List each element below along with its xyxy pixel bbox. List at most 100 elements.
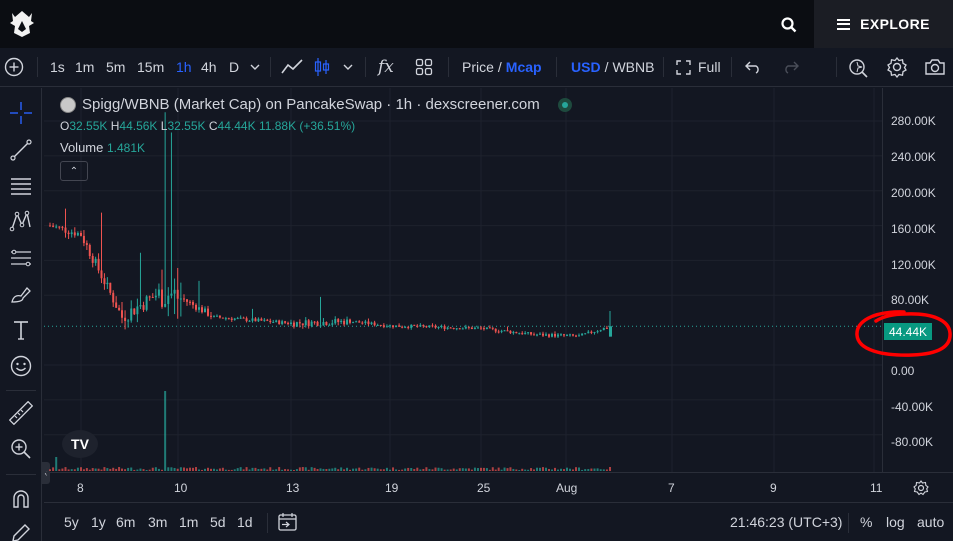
usd-label: USD xyxy=(571,59,601,75)
volume-bar xyxy=(304,467,307,471)
range-6m[interactable]: 6m xyxy=(116,514,135,530)
layouts-button[interactable] xyxy=(415,48,433,86)
goto-date-button[interactable] xyxy=(277,512,299,535)
dexscreener-logo-icon[interactable] xyxy=(8,9,36,39)
log-scale-toggle[interactable]: log xyxy=(886,514,905,530)
fib-tool[interactable] xyxy=(6,171,36,201)
market-status-dot[interactable] xyxy=(557,97,572,112)
interval-d[interactable]: D xyxy=(229,48,239,86)
candle-body xyxy=(189,301,191,303)
redo-button[interactable] xyxy=(782,48,800,86)
pattern-tool[interactable] xyxy=(6,206,36,236)
candle-body xyxy=(364,321,367,324)
zoom-in-tool[interactable] xyxy=(6,434,36,464)
volume-bar xyxy=(272,469,275,471)
trend-line-tool[interactable] xyxy=(6,135,36,165)
interval-4h[interactable]: 4h xyxy=(201,48,217,86)
volume-bar xyxy=(590,468,593,471)
price-scale[interactable]: 280.00K 240.00K 200.00K 160.00K 120.00K … xyxy=(882,88,953,472)
quick-search-button[interactable] xyxy=(848,48,870,86)
candle-body xyxy=(164,303,167,307)
brush-icon xyxy=(11,287,31,303)
currency-toggle[interactable]: USD / WBNB xyxy=(571,48,654,86)
candle-body xyxy=(115,302,118,308)
volume-bar xyxy=(491,467,494,471)
volume-bar xyxy=(581,469,584,471)
range-5y[interactable]: 5y xyxy=(64,514,79,530)
percent-scale-toggle[interactable]: % xyxy=(860,514,872,530)
auto-scale-toggle[interactable]: auto xyxy=(917,514,944,530)
lock-drawings-tool[interactable] xyxy=(6,518,36,541)
magnet-tool[interactable] xyxy=(6,484,36,514)
volume-bar xyxy=(404,468,407,471)
settings-button[interactable] xyxy=(886,48,908,86)
price-tick: 200.00K xyxy=(891,186,936,200)
interval-1s[interactable]: 1s xyxy=(50,48,65,86)
candle-body xyxy=(337,319,340,323)
volume-bar xyxy=(204,468,206,471)
brush-tool[interactable] xyxy=(6,279,36,309)
interval-15m[interactable]: 15m xyxy=(137,48,164,86)
volume-bar xyxy=(521,468,524,471)
candles-button[interactable] xyxy=(313,48,331,86)
scale-settings-icon[interactable] xyxy=(912,479,930,497)
mcap-label: Mcap xyxy=(505,59,542,75)
measure-tool[interactable] xyxy=(6,398,36,428)
candle-body xyxy=(167,295,170,304)
candle-body xyxy=(609,326,612,337)
search-button[interactable] xyxy=(772,12,806,38)
candle-body xyxy=(304,320,307,326)
volume-bar xyxy=(275,469,278,471)
candle-body xyxy=(482,328,485,330)
candle-body xyxy=(170,293,173,296)
interval-1h[interactable]: 1h xyxy=(176,48,192,86)
undo-button[interactable] xyxy=(744,48,762,86)
candle-body xyxy=(278,320,281,324)
volume-bar xyxy=(118,467,121,471)
volume-bar xyxy=(605,469,608,471)
candle-body xyxy=(230,318,233,320)
candle-body xyxy=(587,331,590,334)
range-3m[interactable]: 3m xyxy=(148,514,167,530)
text-tool[interactable] xyxy=(6,315,36,345)
range-5d[interactable]: 5d xyxy=(210,514,226,530)
chart-type-dropdown-button[interactable] xyxy=(342,48,354,86)
candle-body xyxy=(497,331,500,333)
interval-dropdown-button[interactable] xyxy=(249,48,261,86)
candle-body xyxy=(221,317,224,319)
volume-bar xyxy=(337,469,340,471)
explore-button[interactable]: EXPLORE xyxy=(814,0,953,48)
fullscreen-button[interactable]: Full xyxy=(676,48,721,86)
screenshot-button[interactable] xyxy=(924,48,946,86)
candle-body xyxy=(173,289,176,294)
candle-body xyxy=(458,328,461,330)
line-chart-button[interactable] xyxy=(280,48,304,86)
utc-clock[interactable]: 21:46:23 (UTC+3) xyxy=(730,514,842,530)
range-1d[interactable]: 1d xyxy=(237,514,253,530)
add-symbol-button[interactable] xyxy=(4,48,24,86)
crosshair-tool[interactable] xyxy=(6,98,36,128)
volume-bar xyxy=(530,468,533,471)
interval-5m[interactable]: 5m xyxy=(106,48,125,86)
collapse-legend-button[interactable]: ⌃ xyxy=(60,161,88,181)
candle-body xyxy=(227,318,230,320)
price-chart[interactable] xyxy=(44,88,882,472)
range-1m[interactable]: 1m xyxy=(179,514,198,530)
indicators-button[interactable]: fx xyxy=(378,48,394,86)
candle-body xyxy=(485,327,488,330)
explore-label: EXPLORE xyxy=(860,16,930,32)
candle-body xyxy=(443,326,446,329)
emoji-tool[interactable] xyxy=(6,351,36,381)
interval-1m[interactable]: 1m xyxy=(75,48,94,86)
projection-tool[interactable] xyxy=(6,243,36,273)
candle-body xyxy=(310,321,313,327)
wbnb-label: WBNB xyxy=(612,59,655,75)
time-scale[interactable]: 8 10 13 19 25 Aug 7 9 11 xyxy=(44,472,953,502)
candle-body xyxy=(385,326,388,328)
tradingview-logo[interactable]: TV xyxy=(62,430,98,458)
price-mcap-toggle[interactable]: Price / Mcap xyxy=(462,48,542,86)
volume-bar xyxy=(157,468,160,471)
candle-body xyxy=(536,334,538,336)
range-1y[interactable]: 1y xyxy=(91,514,106,530)
volume-bar xyxy=(64,467,67,471)
